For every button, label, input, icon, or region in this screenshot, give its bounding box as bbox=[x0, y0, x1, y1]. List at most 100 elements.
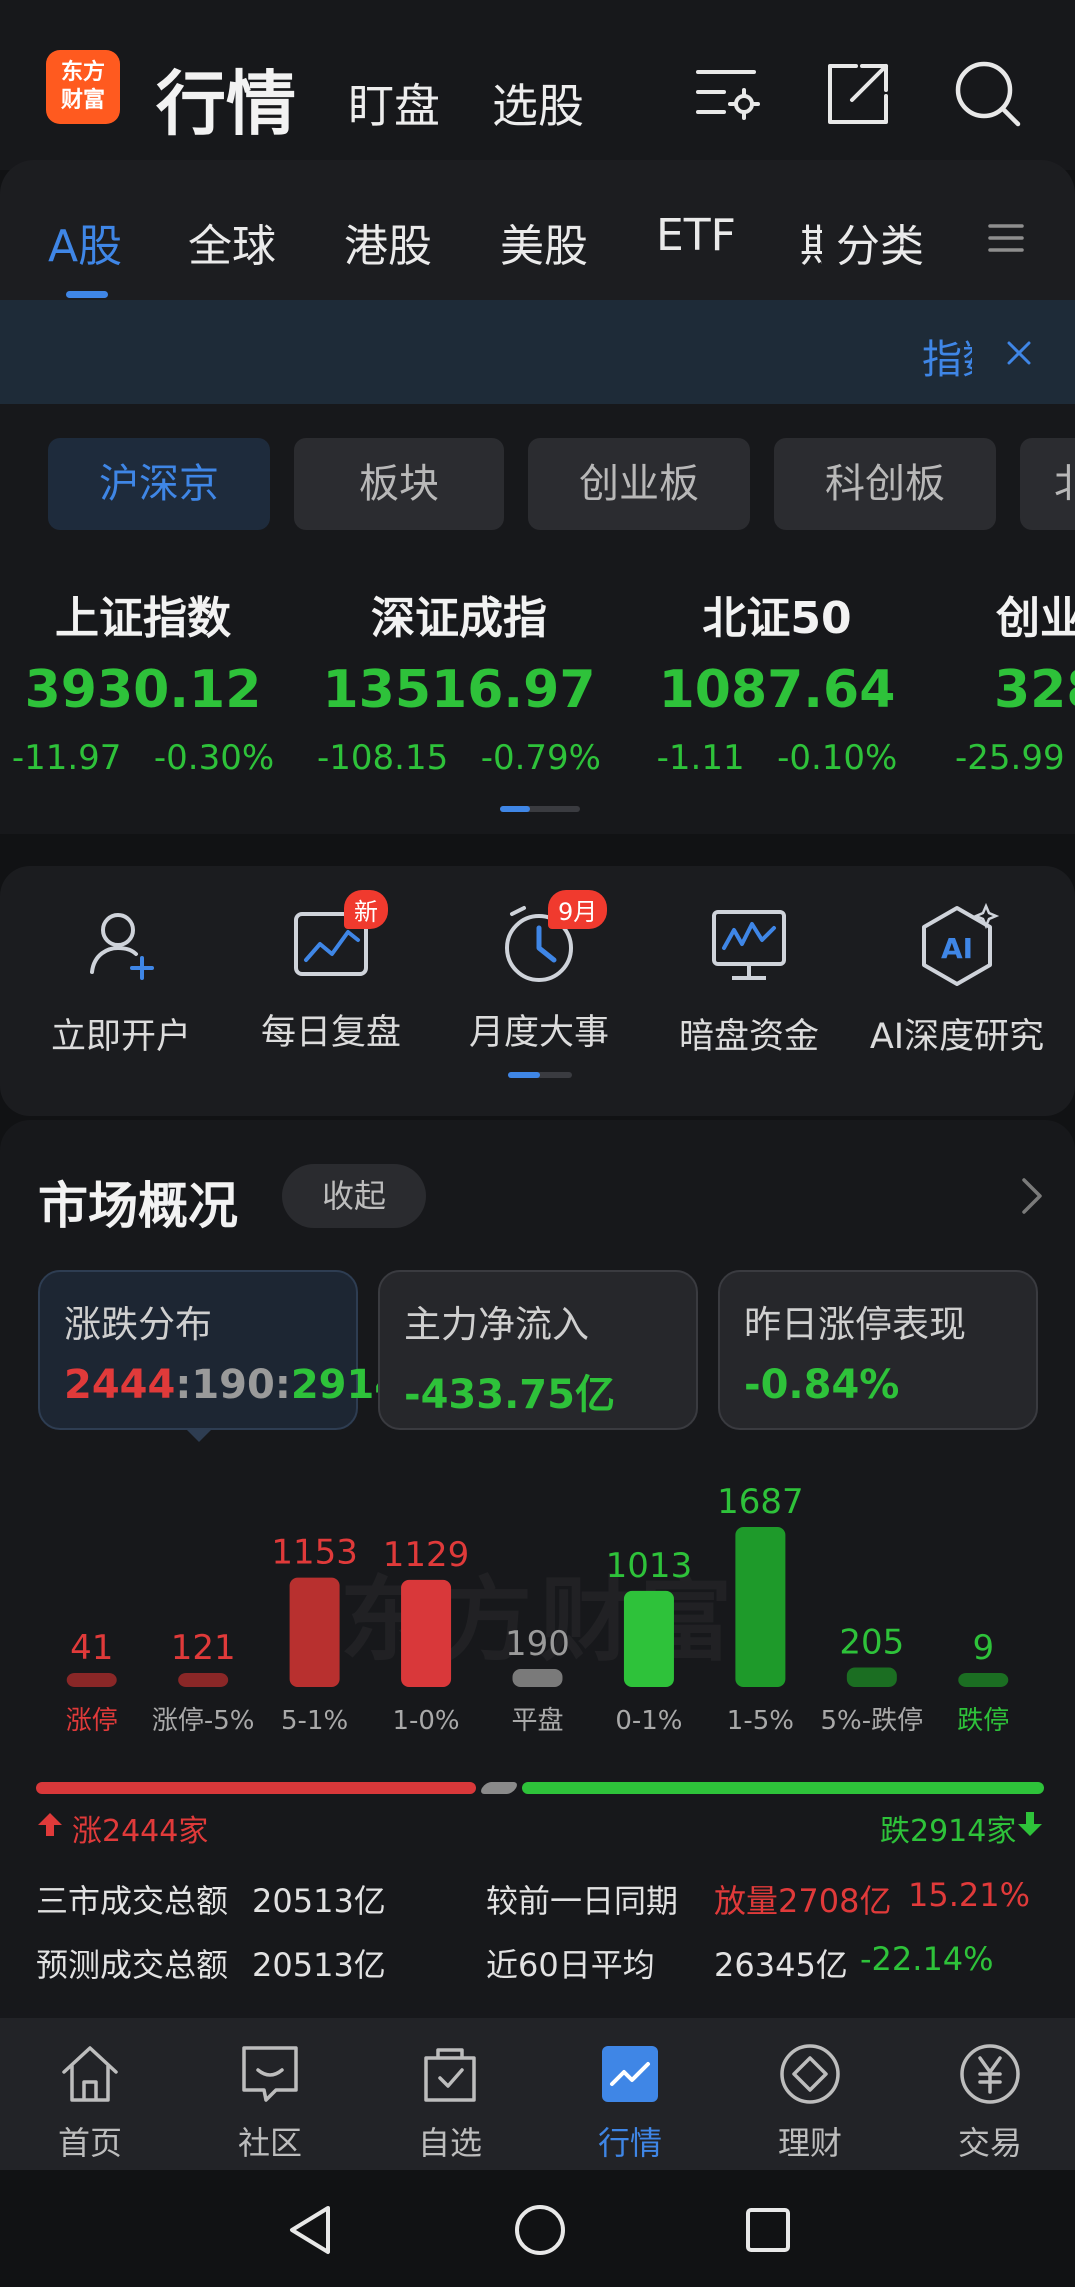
system-recents-icon[interactable] bbox=[738, 2200, 798, 2260]
index-card-shenzhen[interactable]: 深证成指 13516.97 -108.15 -0.79% bbox=[294, 582, 624, 778]
index-card-chinext[interactable]: 创业板指 328 -25.99 bbox=[955, 582, 1075, 778]
index-card-shanghai[interactable]: 上证指数 3930.12 -11.97 -0.30% bbox=[0, 582, 308, 778]
tab-category[interactable]: 分类 bbox=[836, 210, 924, 274]
bottom-nav bbox=[0, 2018, 1075, 2170]
shortcut-daily-review[interactable]: 新 每日复盘 bbox=[226, 890, 436, 1055]
nav-link-watch[interactable]: 盯盘 bbox=[348, 70, 440, 136]
bottom-nav-label: 社区 bbox=[237, 2124, 302, 2162]
bottom-nav-market[interactable]: 行情 bbox=[570, 2040, 690, 2164]
notice-bar[interactable]: 指数 bbox=[0, 300, 1075, 404]
stat-total-turnover-label: 三市成交总额 bbox=[36, 1882, 229, 1920]
bar-value-label: 1129 bbox=[383, 1535, 470, 1575]
bottom-nav-label: 首页 bbox=[57, 2124, 122, 2162]
user-add-icon bbox=[90, 913, 154, 980]
bar-category-label: 0-1% bbox=[615, 1706, 682, 1736]
shortcut-label: 暗盘资金 bbox=[678, 1017, 819, 1057]
bottom-nav-home[interactable]: 首页 bbox=[30, 2040, 150, 2164]
stat-prev-day-pct: 15.21% bbox=[908, 1876, 1031, 1914]
chip-chinext[interactable]: 创业板 bbox=[528, 438, 750, 530]
index-change: -108.15 -0.79% bbox=[317, 738, 601, 778]
card-value: -0.84% bbox=[744, 1362, 900, 1408]
chip-sector[interactable]: 板块 bbox=[294, 438, 504, 530]
notice-text: 指数 bbox=[922, 337, 972, 383]
stat-total-turnover: 20513亿 bbox=[252, 1882, 386, 1920]
bottom-nav-trade[interactable]: 交易 bbox=[930, 2040, 1050, 2164]
bar-4 bbox=[512, 1668, 563, 1687]
card-up-down-distribution[interactable]: 涨跌分布 2444:190:2914 bbox=[38, 1270, 403, 1430]
logo-line-2: 财富 bbox=[60, 88, 105, 113]
bottom-nav-label: 交易 bbox=[957, 2124, 1022, 2162]
up-ratio-bar bbox=[36, 1782, 476, 1794]
trade-yen-icon bbox=[960, 2044, 1020, 2104]
bar-value-label: 9 bbox=[972, 1628, 994, 1668]
ai-icon: AI bbox=[922, 902, 1000, 986]
up-count-label: 涨2444家 bbox=[72, 1814, 209, 1849]
card-value: 2444:190:2914 bbox=[64, 1362, 403, 1408]
down-count-label: 跌2914家 bbox=[880, 1814, 1017, 1849]
chip-more[interactable]: 北 bbox=[1020, 438, 1075, 530]
bar-1 bbox=[178, 1673, 229, 1687]
bar-0 bbox=[66, 1673, 117, 1687]
shortcut-ai-research[interactable]: AI AI深度研究 bbox=[852, 900, 1062, 1059]
nav-link-stock-picker[interactable]: 选股 bbox=[492, 70, 584, 136]
card-value: -433.75亿 bbox=[404, 1372, 615, 1418]
community-icon bbox=[242, 2046, 298, 2102]
chip-star-market[interactable]: 科创板 bbox=[774, 438, 996, 530]
collapse-button[interactable]: 收起 bbox=[282, 1164, 426, 1228]
tab-global[interactable]: 全球 bbox=[188, 210, 276, 274]
search-icon[interactable] bbox=[952, 58, 1024, 130]
stat-avg60-value: 26345亿 bbox=[714, 1946, 848, 1984]
bar-value-label: 1687 bbox=[717, 1482, 804, 1522]
stat-prev-day-value: 放量2708亿 bbox=[714, 1882, 892, 1920]
tab-etf[interactable]: ETF bbox=[656, 210, 736, 261]
bar-3 bbox=[401, 1579, 452, 1687]
index-name: 北证50 bbox=[702, 593, 852, 644]
close-icon[interactable] bbox=[1004, 338, 1034, 368]
filter-settings-icon[interactable] bbox=[692, 58, 764, 130]
tab-futures[interactable]: 期 bbox=[800, 210, 822, 274]
menu-icon[interactable] bbox=[986, 218, 1026, 258]
bar-8 bbox=[958, 1673, 1009, 1687]
stat-prev-day-label: 较前一日同期 bbox=[486, 1882, 679, 1920]
index-card-bse50[interactable]: 北证50 1087.64 -1.11 -0.10% bbox=[612, 582, 942, 778]
shortcut-open-account[interactable]: 立即开户 bbox=[16, 900, 226, 1059]
bar-value-label: 1153 bbox=[271, 1533, 358, 1573]
bottom-nav-watchlist[interactable]: 自选 bbox=[390, 2040, 510, 2164]
index-name: 创业板指 bbox=[996, 593, 1075, 644]
index-pager-thumb bbox=[500, 806, 530, 812]
app-logo[interactable]: 东方 财富 bbox=[46, 50, 120, 124]
index-change: -11.97 -0.30% bbox=[11, 738, 275, 778]
down-ratio-bar bbox=[522, 1782, 1044, 1794]
bar-value-label: 41 bbox=[70, 1628, 113, 1668]
card-limit-up-performance[interactable]: 昨日涨停表现 -0.84% bbox=[718, 1270, 1038, 1430]
card-pointer bbox=[185, 1428, 213, 1442]
tab-a-share[interactable]: A股 bbox=[48, 210, 122, 274]
shortcut-dark-pool-funds[interactable]: 暗盘资金 bbox=[644, 900, 854, 1059]
shortcut-monthly-events[interactable]: 9月 月度大事 bbox=[434, 890, 644, 1055]
bar-5 bbox=[623, 1590, 674, 1687]
badge-new: 新 bbox=[344, 890, 388, 929]
bar-7 bbox=[846, 1667, 897, 1687]
tab-hk[interactable]: 港股 bbox=[344, 210, 432, 274]
bar-6 bbox=[735, 1527, 786, 1687]
card-title: 昨日涨停表现 bbox=[744, 1303, 966, 1346]
chevron-right-icon[interactable] bbox=[1012, 1176, 1052, 1216]
bar-2 bbox=[289, 1577, 340, 1687]
card-main-net-inflow[interactable]: 主力净流入 -433.75亿 bbox=[378, 1270, 698, 1430]
bottom-nav-label: 理财 bbox=[777, 2124, 842, 2162]
tab-us[interactable]: 美股 bbox=[500, 210, 588, 274]
system-home-icon[interactable] bbox=[510, 2200, 570, 2260]
watchlist-icon bbox=[424, 2048, 476, 2102]
system-back-icon[interactable] bbox=[280, 2200, 340, 2260]
svg-text:AI: AI bbox=[941, 932, 973, 965]
bottom-nav-wealth[interactable]: 理财 bbox=[750, 2040, 870, 2164]
bar-value-label: 190 bbox=[505, 1624, 570, 1664]
chip-shanghai-shenzhen-beijing[interactable]: 沪深京 bbox=[48, 438, 270, 530]
share-icon[interactable] bbox=[822, 58, 894, 130]
shortcut-label: AI深度研究 bbox=[869, 1017, 1045, 1057]
index-name: 深证成指 bbox=[371, 593, 547, 644]
bottom-nav-community[interactable]: 社区 bbox=[210, 2040, 330, 2164]
arrow-up-icon bbox=[38, 1813, 62, 1836]
card-title: 主力净流入 bbox=[404, 1303, 589, 1346]
active-tab-indicator bbox=[66, 291, 108, 298]
